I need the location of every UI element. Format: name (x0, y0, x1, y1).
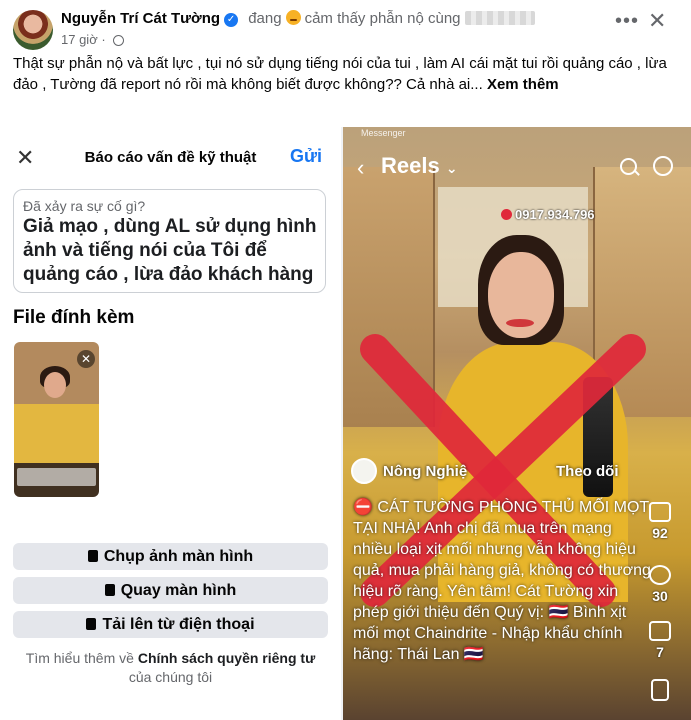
author-avatar[interactable] (13, 10, 53, 50)
post-body: Thật sự phẫn nộ và bất lực , tụi nó sử d… (13, 55, 667, 93)
phone-number: 0917.934.796 (501, 207, 595, 222)
phone-badge-icon (501, 209, 512, 220)
feeling-line: đang cảm thấy phẫn nộ cùng (248, 10, 535, 27)
see-more-link[interactable]: Xem thêm (487, 76, 559, 93)
blurred-tag (464, 11, 535, 25)
privacy-policy-link: Chính sách quyền riêng tư (137, 650, 316, 666)
phone-text: 0917.934.796 (515, 207, 595, 222)
save-action (643, 679, 677, 704)
profile-icon (653, 156, 673, 176)
post-text: Thật sự phẫn nộ và bất lực , tụi nó sử d… (13, 53, 683, 95)
comment-count: 30 (652, 588, 668, 604)
follow-button: Theo dõi (556, 463, 619, 480)
like-count: 92 (652, 525, 668, 541)
reels-title-text: Reels (381, 153, 440, 178)
globe-icon (113, 35, 125, 46)
screenshot-label: Chụp ảnh màn hình (103, 548, 254, 565)
post-meta: 17 giờ · (61, 32, 125, 47)
reel-screenshot: Messenger ‹ Reels ⌄ 0917.934.796 Nông Ng… (343, 127, 691, 720)
more-options-icon[interactable]: ••• (615, 10, 639, 33)
comment-icon (649, 565, 671, 585)
send-button: Gửi (290, 146, 323, 166)
remove-attachment-icon: ✕ (77, 350, 95, 368)
record-icon (104, 584, 115, 596)
question-answer: Giả mạo , dùng AL sử dụng hình ảnh và ti… (23, 216, 317, 285)
comment-action: 30 (643, 565, 677, 604)
page-avatar (351, 458, 377, 484)
camera-icon (87, 550, 98, 562)
search-icon (620, 158, 637, 175)
upload-label: Tải lên từ điện thoại (102, 616, 255, 633)
bookmark-icon (651, 679, 669, 701)
post-media[interactable]: ✕ Báo cáo vấn đề kỹ thuật Gửi Đã xảy ra … (0, 127, 691, 720)
feeling-prefix: đang (248, 10, 282, 27)
reel-caption: ⛔ CÁT TƯỜNG PHÒNG THỦ MỐI MỌT TẠI NHÀ! A… (353, 499, 651, 663)
screenshot-button: Chụp ảnh màn hình (13, 543, 328, 570)
author-name[interactable]: Nguyễn Trí Cát Tường (61, 10, 220, 27)
thumb-bar (17, 468, 96, 486)
like-icon (649, 502, 671, 522)
privacy-footer: Tìm hiểu thêm về Chính sách quyền riêng … (13, 649, 328, 687)
upload-button: Tải lên từ điện thoại (13, 611, 328, 638)
footer-suffix: của chúng tôi (128, 669, 213, 685)
share-action: 7 (643, 621, 677, 660)
record-label: Quay màn hình (120, 582, 237, 599)
share-count: 7 (656, 644, 664, 660)
reels-title: Reels ⌄ (381, 153, 458, 179)
attachments-heading: File đính kèm (13, 307, 135, 328)
chevron-down-icon: ⌄ (445, 160, 458, 176)
post-time[interactable]: 17 giờ (61, 32, 98, 47)
close-icon[interactable]: ✕ (648, 8, 666, 34)
verified-badge-icon: ✓ (224, 13, 239, 27)
post-header: Nguyễn Trí Cát Tường ✓ đang cảm thấy phẫn … (61, 10, 535, 27)
phone-icon (86, 618, 97, 630)
messenger-label: Messenger (361, 128, 406, 138)
report-screenshot: ✕ Báo cáo vấn đề kỹ thuật Gửi Đã xảy ra … (0, 127, 341, 720)
attachment-thumbnail: ✕ (14, 342, 99, 497)
like-action: 92 (643, 502, 677, 541)
angry-emoji-icon (285, 10, 301, 25)
footer-prefix: Tìm hiểu thêm về (25, 650, 134, 666)
back-arrow-icon: ‹ (357, 155, 365, 180)
question-label: Đã xảy ra sự cố gì? (23, 198, 146, 214)
share-icon (649, 621, 671, 641)
facebook-post: Nguyễn Trí Cát Tường ✓ đang cảm thấy phẫn … (0, 0, 691, 720)
page-name: Nông Nghiệ (383, 463, 468, 480)
feeling-word: cảm thấy phẫn nộ cùng (304, 10, 461, 27)
question-box: Đã xảy ra sự cố gì? Giả mạo , dùng AL sử… (13, 189, 326, 293)
record-screen-button: Quay màn hình (13, 577, 328, 604)
thumb-face (44, 372, 66, 398)
